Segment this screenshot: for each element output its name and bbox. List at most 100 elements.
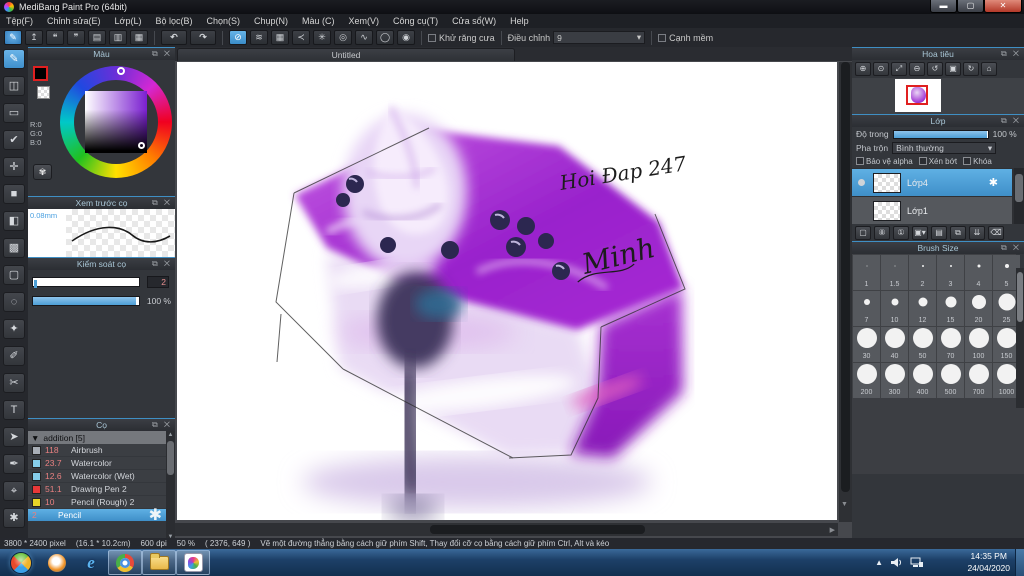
soft-edge-checkbox[interactable] bbox=[658, 33, 667, 42]
file-icon[interactable]: ▤ bbox=[88, 30, 106, 45]
panel-popout-close-icons[interactable]: ⧉ ✕ bbox=[152, 49, 172, 59]
tool-pen[interactable]: ✒ bbox=[3, 454, 25, 474]
panel-popout-close-icons[interactable]: ⧉ ✕ bbox=[1001, 243, 1021, 253]
tool-eraser[interactable]: ◫ bbox=[3, 76, 25, 96]
comment-panel-icon[interactable]: ❞ bbox=[67, 30, 85, 45]
brush-item[interactable]: 118 Airbrush bbox=[28, 444, 166, 457]
gear-icon[interactable]: ✱ bbox=[989, 176, 998, 189]
sv-selector[interactable] bbox=[138, 142, 145, 149]
tool-eyedropper[interactable]: ⌖ bbox=[3, 481, 25, 501]
canvas-vertical-scrollbar[interactable]: ▼ bbox=[839, 62, 852, 522]
brush-size-slider[interactable] bbox=[32, 277, 140, 288]
brush-item-selected[interactable]: 2 Pencil ✱ bbox=[28, 507, 166, 524]
menu-tools[interactable]: Công cụ(T) bbox=[393, 16, 438, 26]
brush-list-scrollbar[interactable]: ▲ ▼ bbox=[166, 431, 175, 541]
tool-hand[interactable]: ✱ bbox=[3, 508, 25, 528]
panel-popout-close-icons[interactable]: ⧉ ✕ bbox=[152, 198, 172, 208]
brush-size-cell[interactable]: 500 bbox=[937, 363, 964, 398]
network-icon[interactable] bbox=[910, 557, 924, 568]
brush-size-cell[interactable]: 700 bbox=[965, 363, 992, 398]
fit-screen-icon[interactable]: ⤢ bbox=[891, 62, 907, 76]
add-menu-icon[interactable]: ▣▾ bbox=[912, 225, 928, 240]
layer-list-scrollbar[interactable] bbox=[1014, 168, 1024, 224]
lock-checkbox[interactable]: Khóa bbox=[963, 157, 992, 166]
scroll-thumb[interactable] bbox=[167, 441, 174, 475]
scroll-right-icon[interactable]: ▶ bbox=[830, 526, 835, 534]
brush-size-cell[interactable]: 2 bbox=[909, 255, 936, 290]
tool-bucket[interactable]: ◧ bbox=[3, 211, 25, 231]
layer-item-selected[interactable]: Lớp4 ✱ bbox=[852, 169, 1012, 196]
snap-ellipse-icon[interactable]: ◯ bbox=[376, 30, 394, 45]
brush-size-cell[interactable]: 50 bbox=[909, 327, 936, 362]
canvas-horizontal-scrollbar[interactable]: ▶ bbox=[175, 523, 838, 536]
start-orb-icon[interactable] bbox=[10, 551, 32, 574]
medibang-icon[interactable] bbox=[176, 550, 210, 575]
snap-radial-icon[interactable]: ✳ bbox=[313, 30, 331, 45]
brush-size-cell[interactable]: 12 bbox=[909, 291, 936, 326]
snap-parallel-icon[interactable]: ≋ bbox=[250, 30, 268, 45]
color-wheel[interactable] bbox=[60, 66, 172, 178]
tray-expand-icon[interactable]: ▲ bbox=[875, 558, 883, 567]
snap-spiral-icon[interactable]: ◉ bbox=[397, 30, 415, 45]
show-desktop-button[interactable] bbox=[1015, 549, 1024, 576]
brush-size-cell[interactable]: 400 bbox=[909, 363, 936, 398]
scroll-thumb[interactable] bbox=[430, 525, 645, 534]
brush-item[interactable]: 23.7 Watercolor bbox=[28, 457, 166, 470]
minimize-button[interactable]: ▬ bbox=[930, 0, 957, 13]
scroll-thumb[interactable] bbox=[1015, 174, 1023, 202]
panel-popout-close-icons[interactable]: ⧉ ✕ bbox=[1001, 49, 1021, 59]
tool-operate[interactable]: ➤ bbox=[3, 427, 25, 447]
explorer-icon[interactable] bbox=[142, 550, 176, 575]
snap-curve-icon[interactable]: ∿ bbox=[355, 30, 373, 45]
export-icon[interactable]: ↥ bbox=[25, 30, 43, 45]
tool-text[interactable]: T bbox=[3, 400, 25, 420]
comment-icon[interactable]: ❝ bbox=[46, 30, 64, 45]
panel-popout-close-icons[interactable]: ⧉ ✕ bbox=[152, 420, 172, 430]
brush-opacity-slider[interactable] bbox=[32, 296, 140, 306]
frame-icon[interactable]: ▣ bbox=[945, 62, 961, 76]
brush-size-cell[interactable]: 1.5 bbox=[881, 255, 908, 290]
scroll-up-icon[interactable]: ▲ bbox=[166, 432, 175, 438]
new-8bit-layer-icon[interactable]: ⑧ bbox=[874, 225, 890, 240]
brush-size-cell[interactable]: 300 bbox=[881, 363, 908, 398]
brush-size-cell[interactable]: 40 bbox=[881, 327, 908, 362]
media-player-icon[interactable] bbox=[40, 550, 74, 575]
grid-icon[interactable]: ▦ bbox=[130, 30, 148, 45]
paint-circle-icon[interactable]: ✎ bbox=[4, 30, 22, 45]
zoom-icon[interactable]: ⊙ bbox=[873, 62, 889, 76]
alpha-protect-checkbox[interactable]: Bảo vệ alpha bbox=[856, 157, 913, 166]
close-button[interactable]: ✕ bbox=[984, 0, 1022, 13]
merge-icon[interactable]: ⇊ bbox=[969, 225, 985, 240]
brush-group-row[interactable]: ▼ addition [5] bbox=[28, 431, 175, 444]
taskbar-clock[interactable]: 14:35 PM 24/04/2020 bbox=[967, 550, 1010, 574]
tool-gradient[interactable]: ▩ bbox=[3, 238, 25, 258]
brush-size-scrollbar[interactable] bbox=[1016, 268, 1024, 408]
menu-color[interactable]: Màu (C) bbox=[302, 16, 335, 26]
panel-popout-close-icons[interactable]: ⧉ ✕ bbox=[1001, 116, 1021, 126]
correction-dropdown[interactable]: 9 ▾ bbox=[553, 31, 646, 44]
brush-size-cell[interactable]: 30 bbox=[853, 327, 880, 362]
navigator-viewport-box[interactable] bbox=[906, 85, 928, 105]
layer-opacity-slider[interactable] bbox=[892, 129, 989, 139]
foreground-color-swatch[interactable] bbox=[33, 66, 48, 81]
menu-capture[interactable]: Chụp(N) bbox=[254, 16, 288, 26]
brush-size-cell[interactable]: 10 bbox=[881, 291, 908, 326]
brush-size-cell[interactable]: 100 bbox=[965, 327, 992, 362]
snap-off-icon[interactable]: ⊘ bbox=[229, 30, 247, 45]
scroll-thumb[interactable] bbox=[841, 62, 850, 492]
file-list-icon[interactable]: ▥ bbox=[109, 30, 127, 45]
menu-filter[interactable]: Bộ lọc(B) bbox=[155, 16, 192, 26]
new-1bit-layer-icon[interactable]: ① bbox=[893, 225, 909, 240]
menu-view[interactable]: Xem(V) bbox=[349, 16, 380, 26]
transparent-color-swatch[interactable] bbox=[37, 86, 50, 99]
rotate-left-icon[interactable]: ↺ bbox=[927, 62, 943, 76]
menu-edit[interactable]: Chỉnh sửa(E) bbox=[47, 16, 101, 26]
trash-icon[interactable]: ⌫ bbox=[988, 225, 1004, 240]
scroll-thumb[interactable] bbox=[1017, 272, 1023, 322]
scroll-down-icon[interactable]: ▼ bbox=[841, 501, 848, 508]
speaker-icon[interactable] bbox=[890, 557, 903, 568]
slider-thumb[interactable] bbox=[34, 280, 37, 288]
rotate-reset-icon[interactable]: ↻ bbox=[963, 62, 979, 76]
chrome-icon[interactable] bbox=[108, 550, 142, 575]
blend-mode-dropdown[interactable]: Bình thường ▾ bbox=[892, 142, 997, 154]
